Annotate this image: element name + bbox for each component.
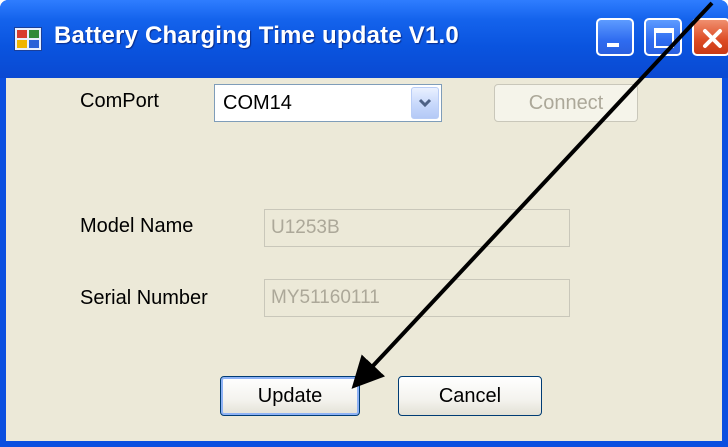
title-bar[interactable]: Battery Charging Time update V1.0 [0,0,728,78]
minimize-icon [607,43,619,47]
model-name-field[interactable]: U1253B [264,209,570,247]
app-icon [14,27,42,51]
close-button[interactable] [692,18,728,56]
minimize-button[interactable] [596,18,634,56]
dialog-client-area [6,78,722,441]
comport-selected-value: COM14 [223,92,292,114]
comport-dropdown-button[interactable] [411,87,439,119]
comport-select[interactable]: COM14 [214,84,442,122]
close-icon [703,29,722,48]
maximize-button[interactable] [644,18,682,56]
window-title: Battery Charging Time update V1.0 [54,22,459,49]
model-name-label: Model Name [80,215,194,237]
comport-label: ComPort [80,90,159,112]
connect-button[interactable]: Connect [494,84,638,122]
update-button[interactable]: Update [220,376,360,416]
chevron-down-icon [418,98,432,108]
cancel-button[interactable]: Cancel [398,376,542,416]
maximize-icon [654,28,674,48]
serial-number-label: Serial Number [80,287,208,309]
serial-number-field[interactable]: MY51160111 [264,279,570,317]
app-window: Battery Charging Time update V1.0 ComPor… [0,0,728,447]
